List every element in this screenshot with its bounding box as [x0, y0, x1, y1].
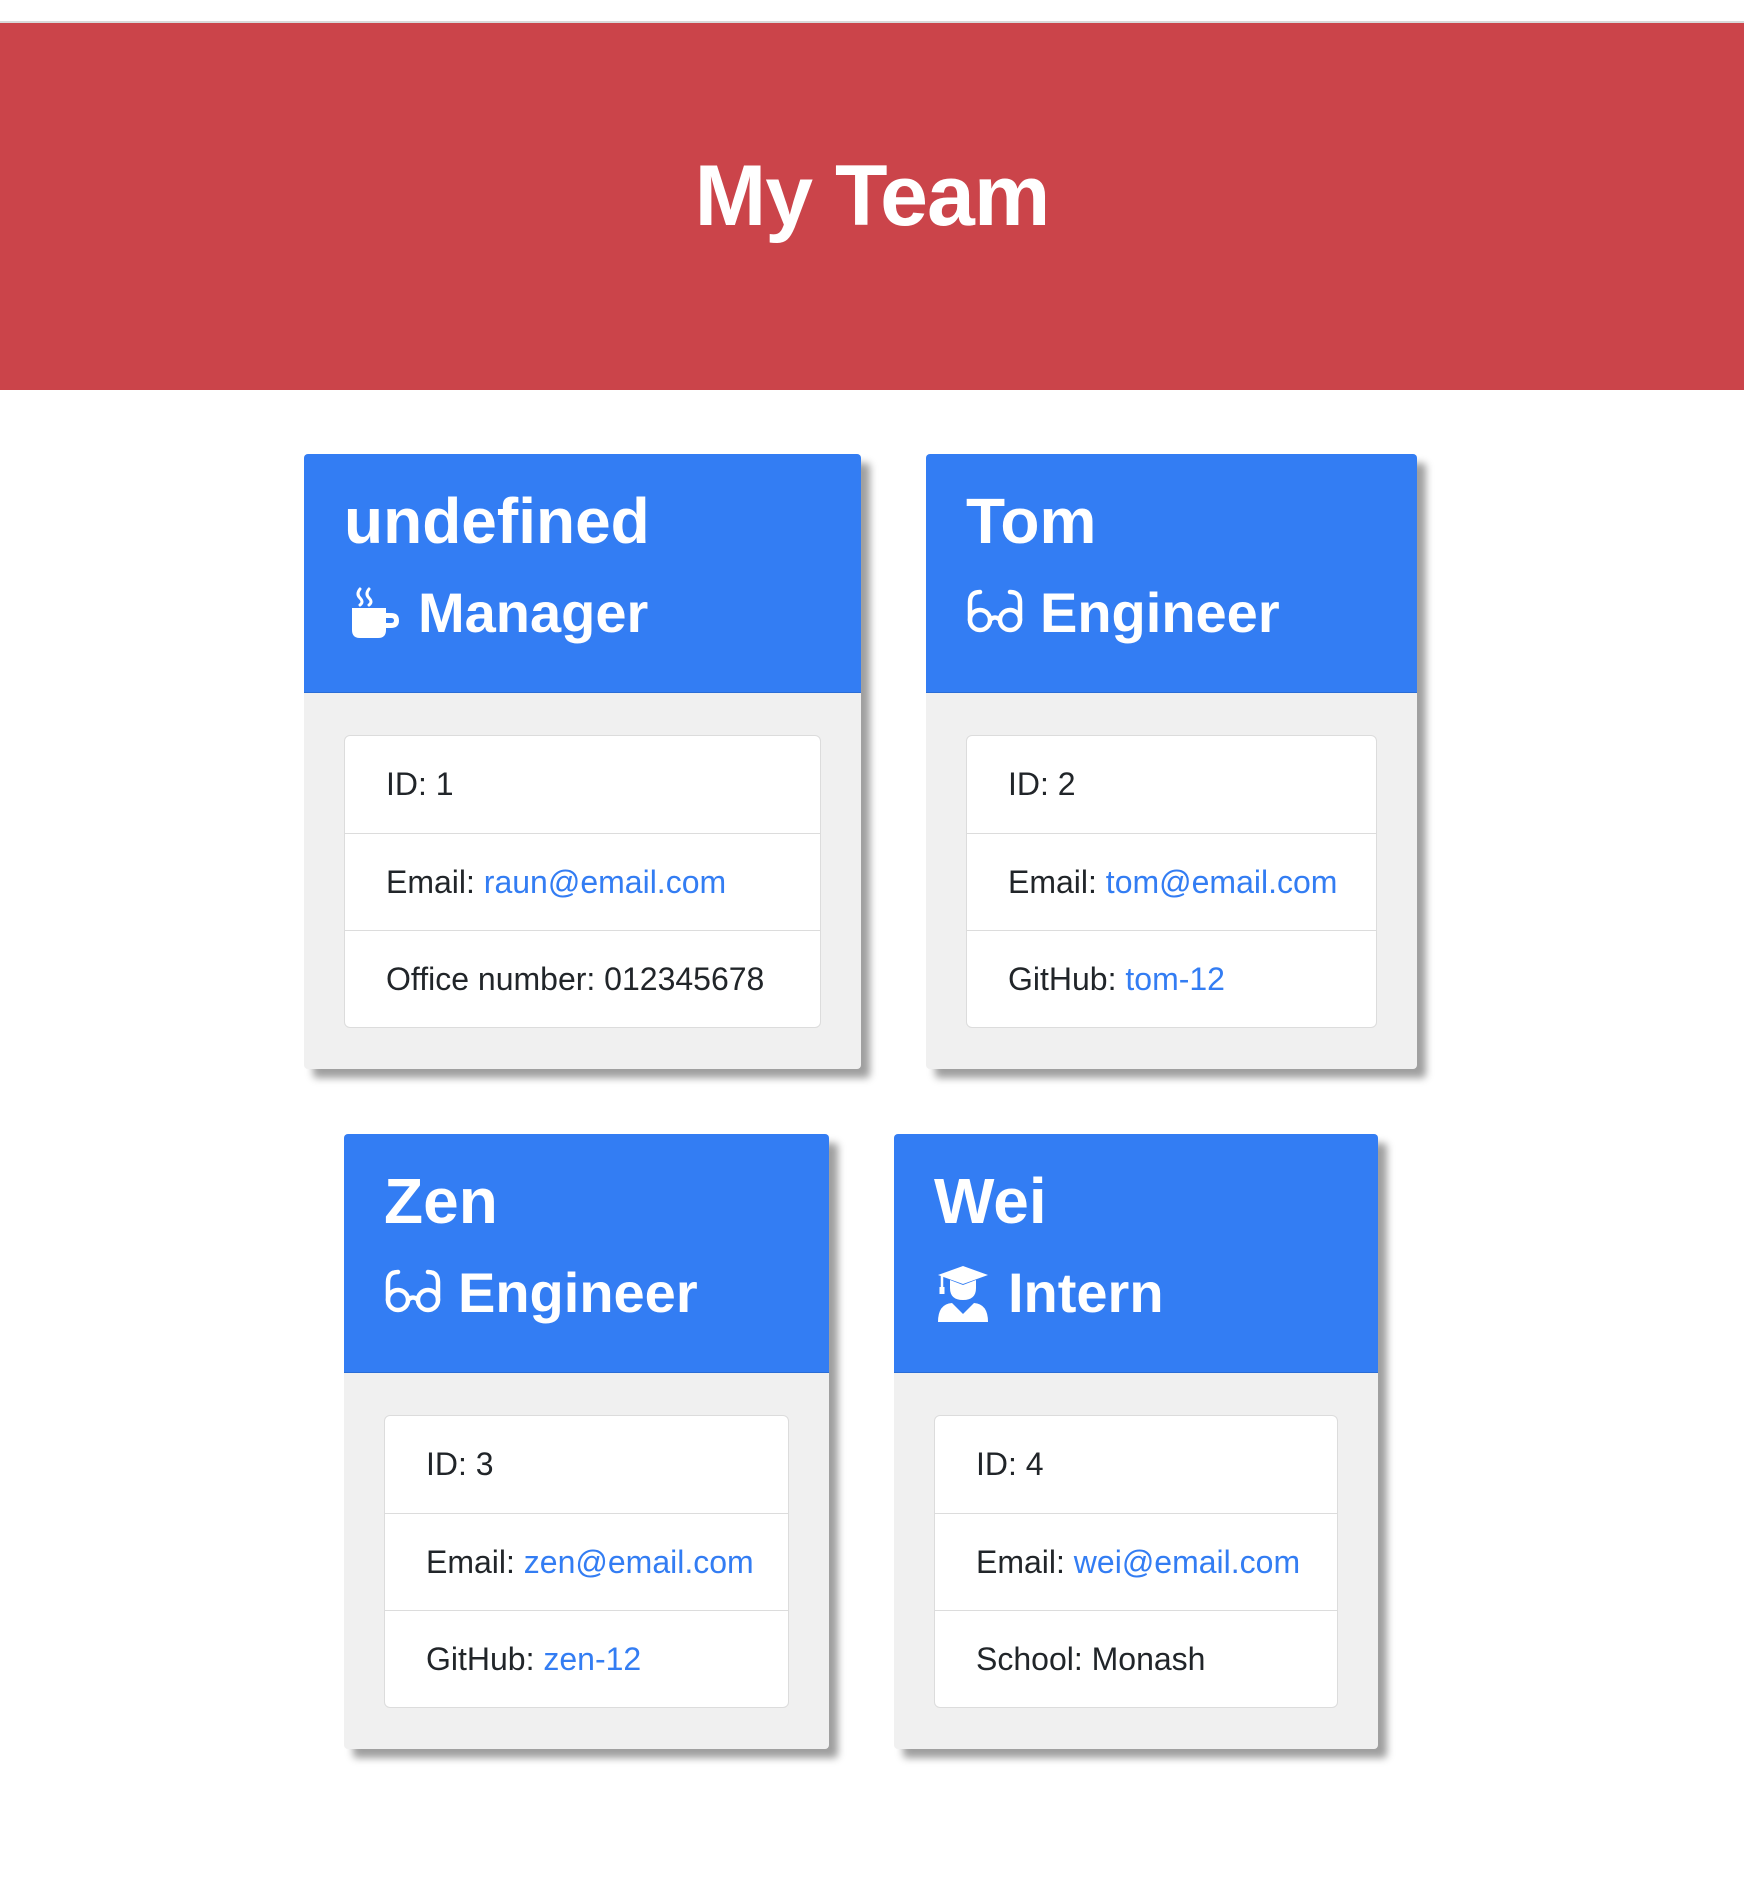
- employee-card-engineer-zen: Zen Engineer ID: 3 Email: zen@email.com …: [344, 1134, 829, 1749]
- employee-role: Engineer: [384, 1262, 698, 1324]
- email-row: Email: zen@email.com: [385, 1513, 788, 1610]
- glasses-icon: [966, 584, 1024, 642]
- email-row: Email: tom@email.com: [967, 833, 1376, 930]
- card-header: Wei Intern: [894, 1134, 1378, 1373]
- email-link[interactable]: raun@email.com: [484, 864, 726, 901]
- office-number-row: Office number: 012345678: [345, 930, 820, 1027]
- employee-name: Wei: [934, 1165, 1047, 1237]
- email-label: Email:: [1008, 863, 1106, 900]
- id-text: ID: 4: [976, 1446, 1044, 1482]
- info-list: ID: 1 Email: raun@email.com Office numbe…: [344, 735, 821, 1028]
- coffee-mug-icon: [344, 584, 402, 642]
- info-list: ID: 3 Email: zen@email.com GitHub: zen-1…: [384, 1415, 789, 1708]
- info-list: ID: 4 Email: wei@email.com School: Monas…: [934, 1415, 1338, 1708]
- id-row: ID: 2: [967, 736, 1376, 833]
- employee-card-engineer-tom: Tom Engineer ID: 2 Email: tom@email.com …: [926, 454, 1417, 1069]
- id-text: ID: 1: [386, 766, 454, 802]
- role-label: Intern: [1008, 1261, 1164, 1324]
- employee-name: undefined: [344, 485, 650, 557]
- glasses-icon: [384, 1264, 442, 1322]
- employee-name: Tom: [966, 485, 1097, 557]
- role-label: Manager: [418, 581, 649, 644]
- school-text: School: Monash: [976, 1640, 1206, 1677]
- id-row: ID: 3: [385, 1416, 788, 1513]
- office-number-text: Office number: 012345678: [386, 960, 765, 997]
- card-header: Tom Engineer: [926, 454, 1417, 693]
- email-row: Email: wei@email.com: [935, 1513, 1337, 1610]
- role-label: Engineer: [458, 1261, 698, 1324]
- github-label: GitHub:: [1008, 960, 1126, 997]
- github-link[interactable]: tom-12: [1125, 961, 1225, 998]
- email-label: Email:: [386, 863, 484, 900]
- page-header: My Team: [0, 23, 1744, 390]
- id-text: ID: 2: [1008, 766, 1076, 802]
- role-label: Engineer: [1040, 581, 1280, 644]
- github-row: GitHub: zen-12: [385, 1610, 788, 1707]
- email-label: Email:: [976, 1543, 1074, 1580]
- github-row: GitHub: tom-12: [967, 930, 1376, 1027]
- email-link[interactable]: zen@email.com: [524, 1544, 754, 1581]
- employee-card-intern: Wei Intern ID: 4 Email: wei@email.com Sc…: [894, 1134, 1378, 1749]
- employee-role: Intern: [934, 1262, 1164, 1324]
- browser-top-strip: [0, 0, 1744, 23]
- graduate-icon: [934, 1264, 992, 1322]
- email-link[interactable]: wei@email.com: [1074, 1544, 1300, 1581]
- email-row: Email: raun@email.com: [345, 833, 820, 930]
- github-link[interactable]: zen-12: [543, 1641, 641, 1678]
- github-label: GitHub:: [426, 1640, 544, 1677]
- page-title: My Team: [694, 148, 1051, 244]
- employee-name: Zen: [384, 1165, 498, 1237]
- card-header: Zen Engineer: [344, 1134, 829, 1373]
- id-text: ID: 3: [426, 1446, 494, 1482]
- email-link[interactable]: tom@email.com: [1106, 864, 1338, 901]
- school-row: School: Monash: [935, 1610, 1337, 1707]
- employee-role: Manager: [344, 582, 648, 644]
- employee-card-manager: undefined Manager ID: 1 Email: raun@emai…: [304, 454, 861, 1069]
- employee-role: Engineer: [966, 582, 1280, 644]
- email-label: Email:: [426, 1543, 524, 1580]
- card-header: undefined Manager: [304, 454, 861, 693]
- id-row: ID: 4: [935, 1416, 1337, 1513]
- id-row: ID: 1: [345, 736, 820, 833]
- info-list: ID: 2 Email: tom@email.com GitHub: tom-1…: [966, 735, 1377, 1028]
